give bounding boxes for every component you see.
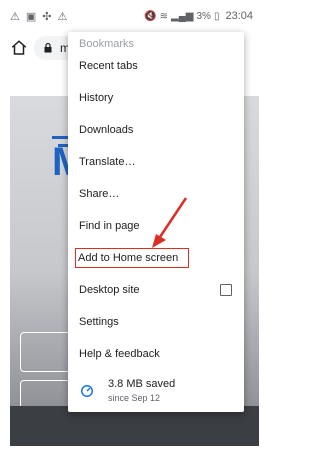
menu-item-label: Bookmarks: [79, 38, 135, 50]
battery-icon: ▯: [213, 10, 220, 22]
menu-item-label: Settings: [79, 316, 119, 328]
warning-icon: ⚠: [10, 10, 20, 23]
speedometer-icon: [81, 385, 93, 397]
menu-item-label: History: [79, 92, 114, 104]
menu-item-label: Desktop site: [79, 284, 140, 296]
wifi-icon: ≋: [159, 10, 169, 22]
annotation-arrow-icon: [152, 197, 188, 248]
battery-percent: 3%: [196, 10, 211, 22]
vpn-icon: ✣: [42, 10, 52, 23]
status-bar: ⚠ ▣ ✣ ⚠ 🔇 ≋ ▂▄▆ 3% ▯ 23:04: [0, 0, 259, 32]
menu-item-label: Help & feedback: [79, 348, 160, 360]
data-savings-row[interactable]: 3.8 MB saved since Sep 12: [68, 370, 244, 412]
menu-item-label: Downloads: [79, 124, 134, 136]
menu-item-bookmarks[interactable]: Bookmarks: [68, 32, 244, 50]
mute-icon: 🔇: [144, 10, 157, 22]
menu-item-history[interactable]: History: [68, 82, 244, 114]
status-right: 🔇 ≋ ▂▄▆ 3% ▯ 23:04: [144, 10, 259, 22]
status-left-icons: ⚠ ▣ ✣ ⚠: [0, 10, 67, 23]
menu-item-label: Translate…: [79, 156, 136, 168]
warning-icon: ⚠: [57, 10, 68, 23]
menu-item-translate[interactable]: Translate…: [68, 146, 244, 178]
signal-icon: ▂▄▆: [171, 10, 194, 22]
savings-text: 3.8 MB saved since Sep 12: [108, 378, 175, 403]
savings-since: since Sep 12: [108, 393, 161, 403]
home-icon[interactable]: [10, 39, 28, 57]
menu-item-help-feedback[interactable]: Help & feedback: [68, 338, 244, 370]
menu-item-label: Share…: [79, 188, 120, 200]
lock-icon: [44, 42, 52, 53]
clock: 23:04: [225, 10, 253, 22]
menu-item-downloads[interactable]: Downloads: [68, 114, 244, 146]
hero-image: [10, 406, 259, 446]
menu-item-label: Recent tabs: [79, 60, 138, 72]
menu-item-label: Add to Home screen: [75, 248, 190, 268]
menu-item-desktop-site[interactable]: Desktop site: [68, 274, 244, 306]
image-icon: ▣: [25, 10, 37, 23]
menu-item-label: Find in page: [79, 220, 140, 232]
menu-item-settings[interactable]: Settings: [68, 306, 244, 338]
desktop-site-checkbox[interactable]: [220, 284, 232, 296]
menu-item-recent-tabs[interactable]: Recent tabs: [68, 50, 244, 82]
savings-amount: 3.8 MB saved: [108, 378, 176, 390]
